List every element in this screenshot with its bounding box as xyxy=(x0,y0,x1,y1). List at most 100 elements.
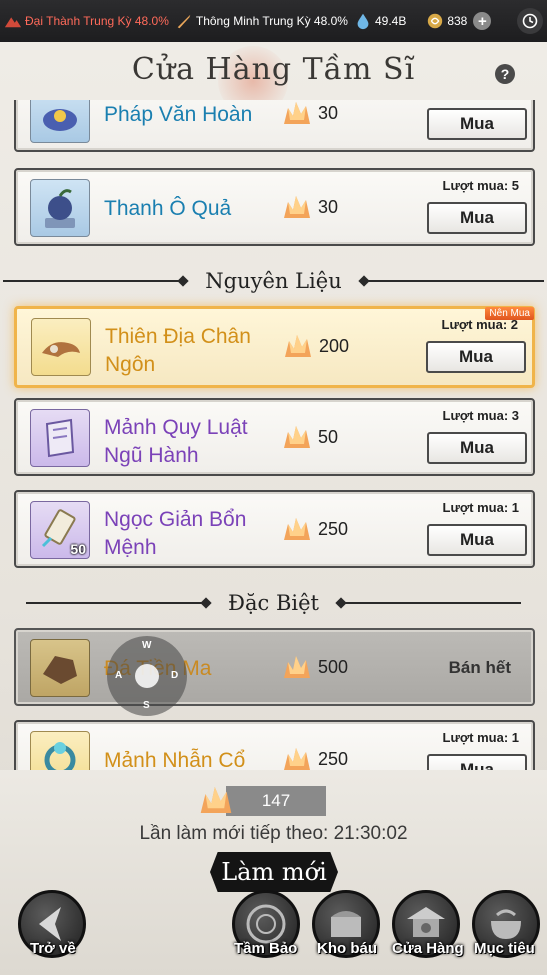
item-name: Thiên Địa Chân Ngôn xyxy=(105,325,251,376)
mountain-icon xyxy=(4,17,22,28)
buy-button[interactable]: Mua xyxy=(427,524,527,556)
stat-water-text: 49.4B xyxy=(374,14,407,28)
item-icon-thien-dia-chan-ngon xyxy=(31,318,91,376)
sold-out-label: Bán hết xyxy=(448,658,511,677)
item-price: 250 xyxy=(280,514,348,544)
shop-item-recommended: Nên Mua Thiên Địa Chân Ngôn 200 Lượt mua… xyxy=(14,306,535,388)
virtual-joystick[interactable]: W A D S xyxy=(107,636,187,716)
crystal-icon xyxy=(280,652,314,682)
clock-icon xyxy=(522,13,538,29)
section-special: Đặc Biệt xyxy=(0,588,547,618)
price-value: 30 xyxy=(318,196,339,217)
item-price: 250 xyxy=(280,744,348,770)
price-value: 200 xyxy=(319,335,350,356)
refresh-button[interactable]: Làm mới xyxy=(210,852,338,892)
item-price: 30 xyxy=(280,192,338,222)
status-bar: Đại Thành Trung Kỳ 48.0% Thông Minh Trun… xyxy=(0,0,547,42)
divider xyxy=(340,602,521,604)
item-price: 30 xyxy=(280,100,338,128)
item-icon-manh-quy-luat xyxy=(30,409,90,467)
stone-icon xyxy=(43,656,77,684)
shop-list[interactable]: Pháp Văn Hoàn 30 Mua Thanh Ô Quả 30 Lượt… xyxy=(0,100,547,770)
item-icon-ngoc-gian: 50 xyxy=(30,501,90,559)
buy-button[interactable]: Mua xyxy=(427,432,527,464)
purchase-limit: Lượt mua: 5 xyxy=(442,178,519,193)
stat-realm-text: Đại Thành Trung Kỳ 48.0% xyxy=(25,14,169,28)
back-label: Trở về xyxy=(30,940,76,957)
page-title: Cửa Hàng Tầm Sĩ xyxy=(131,52,416,87)
divider xyxy=(26,602,207,604)
price-value: 500 xyxy=(318,656,349,677)
item-price: 200 xyxy=(281,331,349,361)
price-value: 250 xyxy=(318,518,349,539)
crystal-icon xyxy=(280,100,314,128)
shop-item: 50 Ngọc Giản Bổn Mệnh 250 Lượt mua: 1 Mu… xyxy=(14,490,535,568)
stat-intellect[interactable]: Thông Minh Trung Kỳ 48.0% xyxy=(175,12,348,30)
shop-item: Pháp Văn Hoàn 30 Mua xyxy=(14,100,535,152)
section-title: Nguyên Liệu xyxy=(205,269,342,293)
item-price: 50 xyxy=(280,422,338,452)
item-quantity: 50 xyxy=(70,541,86,557)
crystal-currency-icon xyxy=(196,782,236,818)
purchase-limit: Lượt mua: 2 xyxy=(441,317,518,332)
joystick-left-key: A xyxy=(115,670,123,681)
stat-coin-text: 838 xyxy=(447,14,468,28)
item-name: Mảnh Quy Luật Ngũ Hành xyxy=(104,416,248,467)
price-value: 30 xyxy=(318,102,339,123)
crystal-icon xyxy=(280,192,314,222)
price-value: 250 xyxy=(318,748,349,769)
nav-muc-tieu-label: Mục tiêu xyxy=(474,940,535,957)
divider xyxy=(3,280,184,282)
shop-item: Thanh Ô Quả 30 Lượt mua: 5 Mua xyxy=(14,168,535,246)
crystal-icon xyxy=(280,744,314,770)
purchase-limit: Lượt mua: 3 xyxy=(442,408,519,423)
next-refresh-timer: Lần làm mới tiếp theo: 21:30:02 xyxy=(139,823,408,844)
item-icon-phap-van-hoan xyxy=(30,100,90,143)
item-icon-thanh-o-qua xyxy=(30,179,90,237)
item-icon-manh-nhan-co xyxy=(30,731,90,770)
item-name: Pháp Văn Hoàn xyxy=(104,103,253,126)
fruit-icon xyxy=(45,189,75,228)
fragment-icon xyxy=(45,418,75,458)
ring-icon xyxy=(44,742,76,770)
joystick-knob[interactable] xyxy=(135,664,159,688)
crystal-icon xyxy=(281,331,315,361)
joystick-right-key: D xyxy=(171,670,179,681)
crystal-icon xyxy=(280,514,314,544)
buy-button[interactable]: Mua xyxy=(427,108,527,140)
scroll-icon xyxy=(42,342,80,357)
add-currency-button[interactable]: + xyxy=(473,12,492,30)
stat-coin[interactable]: 838 xyxy=(426,12,467,30)
water-drop-icon xyxy=(357,13,369,30)
item-price: 500 xyxy=(280,652,348,682)
help-button[interactable]: ? xyxy=(495,64,515,84)
stat-realm[interactable]: Đại Thành Trung Kỳ 48.0% xyxy=(4,12,169,30)
buy-button[interactable]: Mua xyxy=(426,341,526,373)
nav-kho-bau-label: Kho báu xyxy=(317,940,377,957)
joystick-up-key: W xyxy=(142,640,152,651)
stat-intellect-text: Thông Minh Trung Kỳ 48.0% xyxy=(195,14,348,28)
buy-button[interactable]: Mua xyxy=(427,754,527,770)
item-name: Thanh Ô Quả xyxy=(104,197,232,220)
shop-item: Mảnh Quy Luật Ngũ Hành 50 Lượt mua: 3 Mu… xyxy=(14,398,535,476)
item-name: Ngọc Giản Bổn Mệnh xyxy=(104,508,247,559)
nav-tam-bao-label: Tầm Bảo xyxy=(234,940,298,957)
stat-water[interactable]: 49.4B xyxy=(354,12,406,30)
nav-cua-hang-label: Cửa Hàng xyxy=(392,940,464,957)
item-name: Mảnh Nhẫn Cổ xyxy=(104,749,246,770)
divider xyxy=(363,280,544,282)
item-icon-da-tien-ma xyxy=(30,639,90,697)
section-materials: Nguyên Liệu xyxy=(0,266,547,296)
purchase-limit: Lượt mua: 1 xyxy=(442,500,519,515)
buy-button[interactable]: Mua xyxy=(427,202,527,234)
section-title: Đặc Biệt xyxy=(228,591,319,615)
shop-item-sold-out: Đá Tiền Ma 500 Bán hết xyxy=(14,628,535,706)
clock-button[interactable] xyxy=(517,8,543,34)
pill-icon xyxy=(43,109,77,131)
purchase-limit: Lượt mua: 1 xyxy=(442,730,519,745)
price-value: 50 xyxy=(318,426,339,447)
joystick-down-key: S xyxy=(143,700,150,711)
crystal-icon xyxy=(280,422,314,452)
currency-balance: 147 xyxy=(226,786,326,816)
sword-icon xyxy=(177,14,191,29)
